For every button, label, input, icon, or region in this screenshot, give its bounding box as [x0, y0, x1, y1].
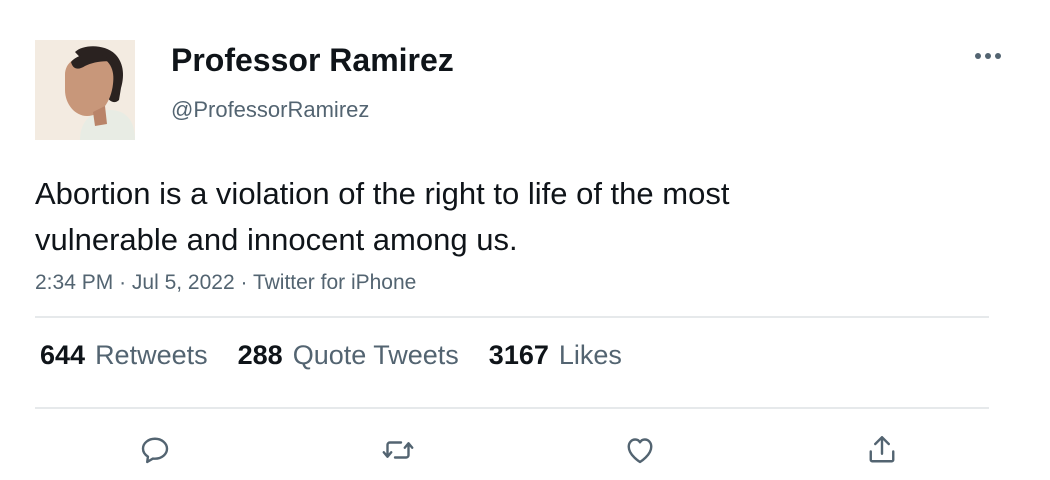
retweet-icon	[382, 441, 414, 459]
likes-stat[interactable]: 3167 Likes	[489, 340, 622, 371]
tweet-stats: 644 Retweets 288 Quote Tweets 3167 Likes	[40, 340, 652, 371]
avatar[interactable]	[35, 40, 135, 140]
reply-button[interactable]	[133, 428, 177, 472]
divider	[35, 316, 989, 318]
share-button[interactable]	[860, 428, 904, 472]
quote-tweets-count: 288	[237, 340, 283, 370]
share-icon	[869, 436, 895, 463]
divider	[35, 407, 989, 409]
display-name[interactable]: Professor Ramirez	[171, 42, 454, 79]
retweets-count: 644	[40, 340, 86, 370]
retweets-stat[interactable]: 644 Retweets	[40, 340, 208, 371]
reply-icon	[141, 437, 169, 464]
more-options-button[interactable]	[968, 42, 1008, 70]
tweet-text: Abortion is a violation of the right to …	[35, 176, 730, 257]
meta-separator: ·	[119, 271, 132, 294]
meta-separator: ·	[240, 271, 253, 294]
tweet-meta: 2:34 PM · Jul 5, 2022 · Twitter for iPho…	[35, 271, 416, 295]
tweet-time[interactable]: 2:34 PM	[35, 271, 113, 294]
avatar-photo	[35, 40, 135, 140]
like-button[interactable]	[618, 428, 662, 472]
likes-count: 3167	[488, 340, 549, 370]
tweet-source[interactable]: Twitter for iPhone	[253, 271, 416, 294]
likes-label: Likes	[558, 340, 622, 370]
retweets-label: Retweets	[95, 340, 208, 370]
heart-icon	[627, 438, 653, 464]
retweet-button[interactable]	[376, 428, 420, 472]
tweet-date[interactable]: Jul 5, 2022	[132, 271, 235, 294]
quote-tweets-stat[interactable]: 288 Quote Tweets	[238, 340, 459, 371]
more-horizontal-icon	[975, 53, 1001, 59]
quote-tweets-label: Quote Tweets	[292, 340, 459, 370]
user-handle[interactable]: @ProfessorRamirez	[171, 97, 369, 123]
